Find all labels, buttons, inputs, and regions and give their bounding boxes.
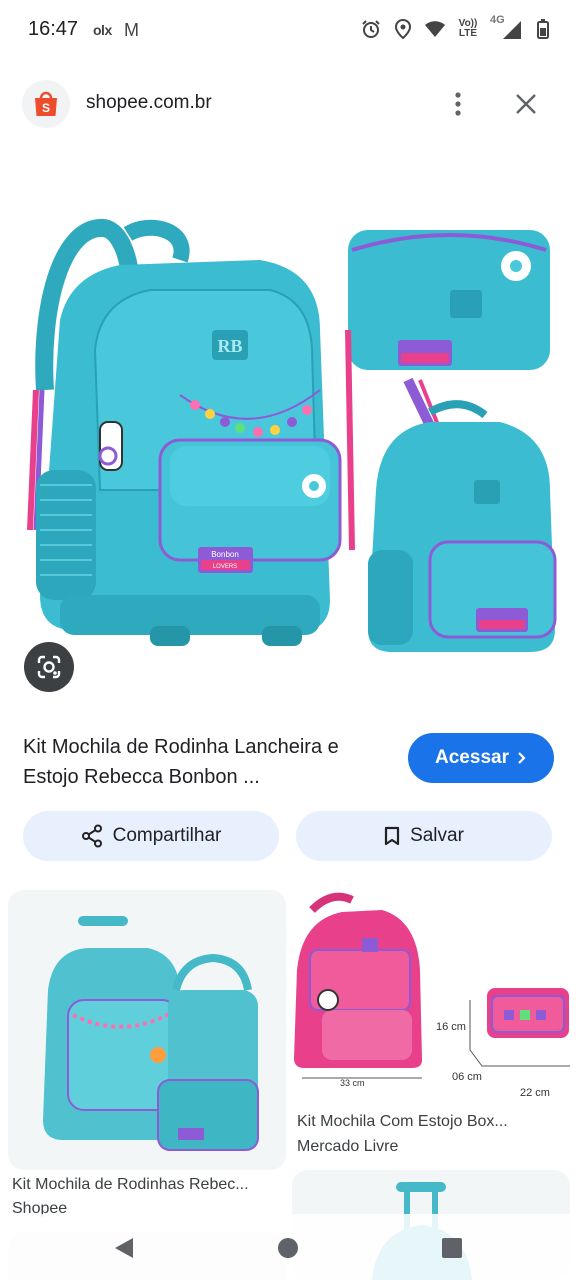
wifi-icon	[424, 18, 446, 40]
chevron-right-icon	[518, 752, 526, 764]
badge-line1: Bonbon	[211, 550, 239, 559]
olx-notification-icon: olx	[93, 22, 112, 38]
close-icon	[516, 94, 536, 114]
location-icon	[392, 18, 414, 40]
status-time: 16:47	[28, 18, 79, 40]
share-button-label: Compartilhar	[112, 825, 222, 846]
alarm-icon	[360, 18, 382, 40]
lens-icon	[37, 655, 61, 679]
nav-home-button[interactable]	[274, 1234, 302, 1262]
save-button[interactable]: Salvar	[296, 811, 552, 861]
related-card-2-title[interactable]: Kit Mochila Com Estojo Box...	[297, 1113, 567, 1131]
gmail-notification-icon: M	[124, 20, 139, 40]
battery-icon	[532, 18, 554, 40]
teal-backpack-kit-thumbnail	[8, 890, 286, 1170]
more-vert-icon	[455, 92, 461, 116]
site-header: S shopee.com.br	[0, 62, 576, 152]
dimension-height: 16 cm	[436, 1021, 466, 1033]
related-card-2-image[interactable]: 16 cm 06 cm 33 cm 22 cm	[292, 890, 570, 1104]
svg-text:S: S	[42, 101, 50, 115]
google-lens-button[interactable]	[24, 642, 74, 692]
pink-backpack-kit-thumbnail: 16 cm 06 cm 33 cm 22 cm	[292, 890, 570, 1104]
visit-button[interactable]: Acessar	[408, 733, 554, 783]
volte-icon: Vo)) LTE	[458, 18, 478, 39]
recents-square-icon	[442, 1238, 462, 1258]
monogram-text: RB	[217, 336, 242, 356]
status-bar: 16:47 olx M Vo)) LTE 4G	[0, 0, 576, 62]
badge-line2: LOVERS	[213, 564, 237, 570]
save-button-label: Salvar	[410, 825, 464, 846]
related-card-2-source: Mercado Livre	[297, 1138, 399, 1155]
product-image[interactable]: RB Bonbon LOVERS	[0, 190, 576, 710]
site-domain[interactable]: shopee.com.br	[86, 92, 212, 114]
share-button[interactable]: Compartilhar	[23, 811, 279, 861]
share-icon	[81, 824, 102, 848]
shopee-bag-icon: S	[35, 91, 57, 116]
nav-recents-button[interactable]	[438, 1234, 466, 1262]
shopee-favicon: S	[22, 80, 70, 128]
back-triangle-icon	[115, 1238, 133, 1258]
close-button[interactable]	[506, 84, 546, 124]
bookmark-icon	[384, 826, 400, 846]
signal-icon: 4G	[490, 14, 522, 40]
related-card-1-title[interactable]: Kit Mochila de Rodinhas Rebec...	[12, 1176, 282, 1194]
nav-back-button[interactable]	[110, 1234, 138, 1262]
related-card-1-image[interactable]	[8, 890, 286, 1170]
status-icons: Vo)) LTE 4G	[360, 14, 554, 40]
result-title[interactable]: Kit Mochila de Rodinha Lancheira e Estoj…	[23, 732, 393, 792]
backpack-kit-illustration: RB Bonbon LOVERS	[27, 219, 557, 652]
dimension-width-case: 22 cm	[520, 1087, 550, 1099]
home-circle-icon	[278, 1238, 298, 1258]
more-options-button[interactable]	[438, 84, 478, 124]
dimension-width-bag: 33 cm	[340, 1078, 365, 1088]
dimension-depth: 06 cm	[452, 1071, 482, 1083]
system-navigation-bar	[0, 1214, 576, 1280]
visit-button-label: Acessar	[435, 747, 509, 768]
